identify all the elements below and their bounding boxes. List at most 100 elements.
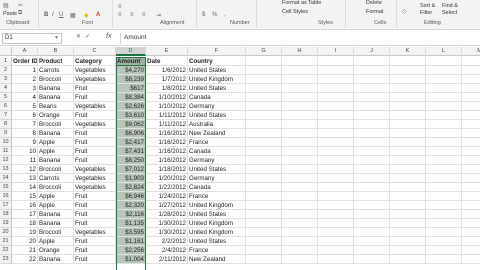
cell-d2[interactable]: $4,270 — [116, 66, 146, 75]
cell-f9[interactable]: New Zealand — [188, 129, 246, 138]
paste-icon[interactable]: ▤ — [3, 2, 9, 9]
cell-a1[interactable]: Order ID — [12, 57, 38, 66]
cell-d12[interactable]: $8,250 — [116, 156, 146, 165]
cell-i2[interactable] — [318, 66, 354, 75]
row-header[interactable]: 5 — [0, 93, 12, 102]
cell-i10[interactable] — [318, 138, 354, 147]
cell-k12[interactable] — [390, 156, 426, 165]
cell-c14[interactable]: Vegetables — [74, 174, 116, 183]
cell-d7[interactable]: $3,610 — [116, 111, 146, 120]
underline-icon[interactable]: U — [59, 12, 63, 18]
row-header[interactable]: 2 — [0, 66, 12, 75]
align-top-icon[interactable]: ≡ — [118, 4, 122, 10]
formula-input[interactable]: Amount — [120, 33, 476, 44]
cell-i3[interactable] — [318, 75, 354, 84]
cell-c8[interactable]: Vegetables — [74, 120, 116, 129]
row-header[interactable]: 21 — [0, 237, 12, 246]
cell-h20[interactable] — [282, 228, 318, 237]
cell-c17[interactable]: Fruit — [74, 201, 116, 210]
cell-m6[interactable] — [462, 102, 480, 111]
cell-k8[interactable] — [390, 120, 426, 129]
cell-l20[interactable] — [426, 228, 462, 237]
cell-k1[interactable] — [390, 57, 426, 66]
cell-g3[interactable] — [246, 75, 282, 84]
cell-d13[interactable]: $7,012 — [116, 165, 146, 174]
cell-b18[interactable]: Banana — [38, 210, 74, 219]
cell-h17[interactable] — [282, 201, 318, 210]
cell-g7[interactable] — [246, 111, 282, 120]
cell-i8[interactable] — [318, 120, 354, 129]
cell-j23[interactable] — [354, 255, 390, 264]
cell-j6[interactable] — [354, 102, 390, 111]
row-header[interactable]: 9 — [0, 129, 12, 138]
cell-e20[interactable]: 1/30/2012 — [146, 228, 188, 237]
column-header-a[interactable]: A — [12, 47, 38, 56]
cell-a23[interactable]: 22 — [12, 255, 38, 264]
cell-a3[interactable]: 2 — [12, 75, 38, 84]
cell-m23[interactable] — [462, 255, 480, 264]
cell-e21[interactable]: 2/2/2012 — [146, 237, 188, 246]
borders-icon[interactable]: ▦ — [70, 12, 76, 19]
column-header-f[interactable]: F — [188, 47, 246, 56]
cell-k21[interactable] — [390, 237, 426, 246]
cell-l11[interactable] — [426, 147, 462, 156]
cell-e11[interactable]: 1/16/2012 — [146, 147, 188, 156]
cancel-icon[interactable]: ✕ — [76, 34, 85, 40]
cell-h19[interactable] — [282, 219, 318, 228]
cell-h4[interactable] — [282, 84, 318, 93]
cell-e5[interactable]: 1/10/2012 — [146, 93, 188, 102]
cell-a11[interactable]: 10 — [12, 147, 38, 156]
cell-g13[interactable] — [246, 165, 282, 174]
cell-i23[interactable] — [318, 255, 354, 264]
cell-h8[interactable] — [282, 120, 318, 129]
cell-h18[interactable] — [282, 210, 318, 219]
cell-m13[interactable] — [462, 165, 480, 174]
paste-button[interactable]: Paste — [3, 11, 17, 17]
cell-f2[interactable]: United States — [188, 66, 246, 75]
column-header-b[interactable]: B — [38, 47, 74, 56]
cell-b8[interactable]: Broccoli — [38, 120, 74, 129]
row-header[interactable]: 16 — [0, 192, 12, 201]
cell-g19[interactable] — [246, 219, 282, 228]
cell-d10[interactable]: $2,417 — [116, 138, 146, 147]
cell-f5[interactable]: Canada — [188, 93, 246, 102]
percent-icon[interactable]: % — [212, 12, 217, 18]
cell-i11[interactable] — [318, 147, 354, 156]
cell-b5[interactable]: Banana — [38, 93, 74, 102]
cell-g1[interactable] — [246, 57, 282, 66]
cell-e10[interactable]: 1/16/2012 — [146, 138, 188, 147]
cell-h14[interactable] — [282, 174, 318, 183]
cell-j10[interactable] — [354, 138, 390, 147]
cell-c11[interactable]: Fruit — [74, 147, 116, 156]
cell-l22[interactable] — [426, 246, 462, 255]
cell-h22[interactable] — [282, 246, 318, 255]
row-header[interactable]: 3 — [0, 75, 12, 84]
cell-i5[interactable] — [318, 93, 354, 102]
row-header[interactable]: 1 — [0, 57, 12, 66]
cell-f4[interactable]: United States — [188, 84, 246, 93]
cell-k7[interactable] — [390, 111, 426, 120]
cell-e15[interactable]: 1/22/2012 — [146, 183, 188, 192]
cell-g4[interactable] — [246, 84, 282, 93]
cell-i18[interactable] — [318, 210, 354, 219]
cell-b17[interactable]: Apple — [38, 201, 74, 210]
cell-f16[interactable]: France — [188, 192, 246, 201]
cell-f8[interactable]: Australia — [188, 120, 246, 129]
cell-j11[interactable] — [354, 147, 390, 156]
cell-e8[interactable]: 1/11/2012 — [146, 120, 188, 129]
cell-g6[interactable] — [246, 102, 282, 111]
cell-d16[interactable]: $6,946 — [116, 192, 146, 201]
cell-f19[interactable]: United Kingdom — [188, 219, 246, 228]
cell-l9[interactable] — [426, 129, 462, 138]
cell-l12[interactable] — [426, 156, 462, 165]
cell-d18[interactable]: $2,116 — [116, 210, 146, 219]
cell-i12[interactable] — [318, 156, 354, 165]
cell-j16[interactable] — [354, 192, 390, 201]
column-header-d[interactable]: D — [116, 47, 146, 56]
column-header-i[interactable]: I — [318, 47, 354, 56]
cell-i17[interactable] — [318, 201, 354, 210]
cell-b10[interactable]: Apple — [38, 138, 74, 147]
cell-c1[interactable]: Category — [74, 57, 116, 66]
cell-g14[interactable] — [246, 174, 282, 183]
cell-c6[interactable]: Vegetables — [74, 102, 116, 111]
